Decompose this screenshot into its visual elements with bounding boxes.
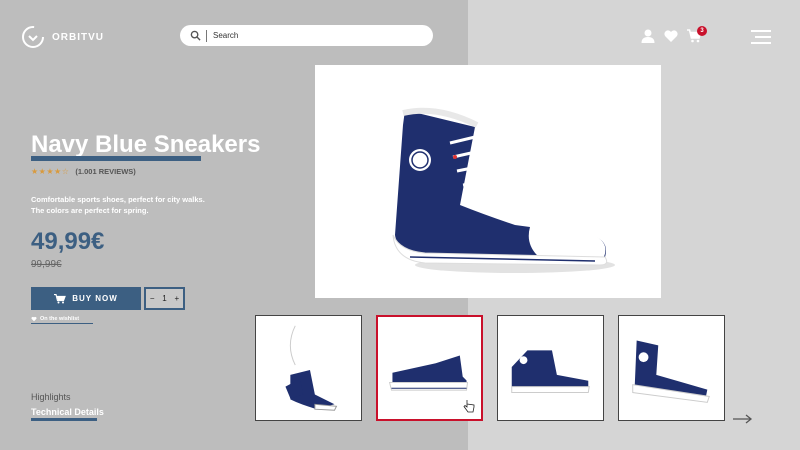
description-line: The colors are perfect for spring. (31, 206, 149, 215)
buy-now-button[interactable]: BUY NOW (31, 287, 141, 310)
search-icon[interactable] (190, 30, 201, 41)
pointer-cursor-icon (463, 400, 475, 413)
orbit-logo-icon (22, 26, 44, 48)
product-description: Comfortable sports shoes, perfect for ci… (31, 194, 261, 216)
search-input[interactable] (213, 31, 413, 40)
thumbnail-3[interactable] (497, 315, 604, 421)
brand-name: ORBITVU (52, 31, 104, 43)
thumbnail-1[interactable] (255, 315, 362, 421)
description-line: Comfortable sports shoes, perfect for ci… (31, 195, 205, 204)
wishlist-link[interactable]: On the wishlist (31, 316, 79, 322)
wishlist-underline (31, 323, 93, 324)
review-count[interactable]: (1.001 REVIEWS) (75, 167, 135, 176)
highlights-tab[interactable]: Highlights (31, 392, 71, 402)
shoe-front-angle-image (511, 350, 590, 394)
quantity-stepper[interactable]: − 1 + (144, 287, 185, 310)
heart-icon (31, 316, 37, 322)
heart-icon[interactable] (663, 28, 679, 44)
product-title: Navy Blue Sneakers (31, 131, 261, 158)
title-underline (31, 156, 201, 161)
cart-icon (54, 293, 67, 303)
technical-details-tab[interactable]: Technical Details (31, 407, 104, 417)
brand-logo[interactable]: ORBITVU (20, 24, 104, 50)
next-arrow-icon[interactable] (733, 414, 753, 424)
old-price: 99,99€ (31, 259, 62, 270)
wishlist-label: On the wishlist (40, 316, 80, 322)
decrement-button[interactable]: − (150, 294, 155, 303)
shoe-hanging-image (285, 325, 338, 411)
current-price: 49,99€ (31, 228, 105, 255)
cart-count-badge: 3 (697, 26, 707, 36)
shoe-back-angle-image (632, 340, 710, 403)
sneaker-image (392, 107, 615, 273)
hamburger-menu-icon[interactable] (751, 30, 771, 44)
user-icon[interactable] (640, 28, 656, 44)
quantity-value: 1 (162, 294, 167, 303)
search-bar[interactable] (180, 25, 433, 46)
increment-button[interactable]: + (174, 294, 179, 303)
buy-now-label: BUY NOW (72, 294, 118, 303)
search-divider (206, 29, 207, 42)
main-product-image[interactable] (315, 65, 661, 298)
star-rating-icon: ★★★★☆ (31, 167, 70, 176)
thumbnail-4[interactable] (618, 315, 725, 421)
rating-row[interactable]: ★★★★☆ (1.001 REVIEWS) (31, 167, 136, 176)
tab-underline (31, 418, 97, 421)
